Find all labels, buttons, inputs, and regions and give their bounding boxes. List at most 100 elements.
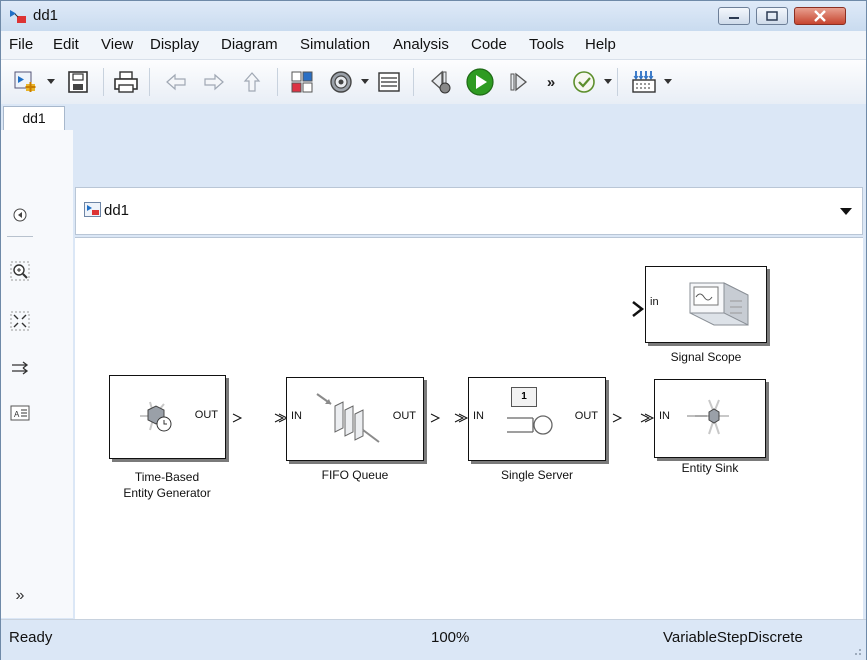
library-browser-button[interactable] [286,66,318,98]
menu-analysis[interactable]: Analysis [393,36,449,53]
single-server-label: Single Server [500,468,574,482]
server-icon [507,415,553,435]
model-explorer-button[interactable] [373,66,405,98]
print-button[interactable] [109,66,143,98]
signal-bus-button[interactable] [628,66,660,98]
menu-view[interactable]: View [101,36,133,53]
library-browser-icon [291,71,313,93]
config-dropdown-icon[interactable] [361,79,369,84]
address-label[interactable]: dd1 [104,202,129,219]
sink-in-port[interactable]: IN [659,410,670,422]
menu-help[interactable]: Help [585,36,616,53]
collapse-icon [13,208,27,222]
menu-diagram[interactable]: Diagram [221,36,278,53]
signal-flow-button[interactable] [9,357,31,379]
entity-sink-label: Entity Sink [681,461,739,475]
single-server-block[interactable]: IN 1 OUT [468,377,606,461]
window-title: dd1 [33,7,59,24]
simulink-model-icon [10,10,26,23]
tab-dd1[interactable]: dd1 [3,106,65,130]
menu-edit[interactable]: Edit [53,36,79,53]
model-icon [84,202,101,217]
signal-scope-block[interactable]: in [645,266,767,343]
generator-label: Time-Based Entity Generator [97,469,237,501]
bus-dropdown-icon[interactable] [664,79,672,84]
close-button[interactable] [794,7,846,25]
svg-text:A: A [14,410,20,419]
play-icon [466,68,494,96]
address-dropdown-icon[interactable] [840,208,852,215]
time-based-entity-generator-block[interactable]: OUT [109,375,226,459]
menu-tools[interactable]: Tools [529,36,564,53]
toolbar: » [1,59,866,105]
scope-in-port[interactable]: in [650,296,659,308]
fifo-queue-label: FIFO Queue [321,468,389,482]
server-in-port[interactable]: IN [473,410,484,422]
restore-button[interactable] [756,7,788,25]
zoom-button[interactable] [9,260,31,282]
title-bar: dd1 [1,1,866,31]
new-model-icon [14,71,36,92]
back-button[interactable] [159,66,193,98]
run-button[interactable] [463,66,497,98]
gear-icon [330,71,352,93]
fit-to-view-icon [10,311,30,331]
close-icon [814,10,826,22]
generator-label-line1: Time-Based [134,470,200,484]
up-button[interactable] [237,66,267,98]
arrow-up-icon [243,72,261,92]
left-tool-panel: A » [1,130,73,618]
check-dropdown-icon[interactable] [604,79,612,84]
queue-out-port[interactable]: OUT [393,410,416,422]
arrow-left-icon [166,73,186,91]
menu-file[interactable]: File [9,36,33,53]
forward-button[interactable] [197,66,231,98]
resize-grip-icon[interactable] [852,646,862,656]
model-browser-address: dd1 [75,187,863,235]
fifo-queue-icon [316,393,380,443]
model-explorer-icon [378,72,400,92]
entity-sink-block[interactable]: IN [654,379,766,458]
fifo-queue-block[interactable]: IN OUT [286,377,424,461]
model-window: dd1 File Edit View Display Diagram Simul… [0,0,867,660]
generator-label-line2: Entity Generator [123,486,211,500]
minimize-button[interactable] [718,7,750,25]
text-annotation-icon: A [10,405,30,421]
menu-simulation[interactable]: Simulation [300,36,370,53]
status-solver[interactable]: VariableStepDiscrete [663,629,803,646]
tab-strip: dd1 [1,104,866,130]
new-dropdown-icon[interactable] [47,79,55,84]
step-back-icon [431,70,451,94]
new-model-button[interactable] [9,66,43,98]
save-icon [68,71,88,93]
server-capacity-box: 1 [511,387,537,407]
status-bar: Ready 100% VariableStepDiscrete [1,619,866,660]
printer-icon [114,71,138,93]
minimize-icon [729,17,739,19]
step-forward-icon [510,72,528,92]
model-config-button[interactable] [325,66,357,98]
zoom-in-icon [10,261,30,281]
check-icon [573,71,595,93]
fit-view-button[interactable] [9,310,31,332]
queue-in-port[interactable]: IN [291,410,302,422]
hide-browser-button[interactable] [9,204,31,226]
model-canvas[interactable]: OUT Time-Based Entity Generator IN OUT F… [75,237,863,619]
scope-icon [689,282,749,326]
step-forward-button[interactable] [504,66,534,98]
arrow-right-icon [204,73,224,91]
more-options-icon[interactable]: » [541,66,561,98]
server-out-port[interactable]: OUT [575,410,598,422]
entity-sink-icon [687,399,729,435]
step-back-button[interactable] [423,66,457,98]
signal-scope-label: Signal Scope [670,350,742,364]
save-button[interactable] [61,66,95,98]
expand-panel-icon[interactable]: » [9,585,31,607]
menu-code[interactable]: Code [471,36,507,53]
generator-out-port[interactable]: OUT [195,409,218,421]
menu-display[interactable]: Display [150,36,199,53]
status-state: Ready [9,629,53,646]
arrows-right-icon [12,361,29,375]
annotation-button[interactable]: A [9,402,31,424]
check-button[interactable] [569,66,599,98]
